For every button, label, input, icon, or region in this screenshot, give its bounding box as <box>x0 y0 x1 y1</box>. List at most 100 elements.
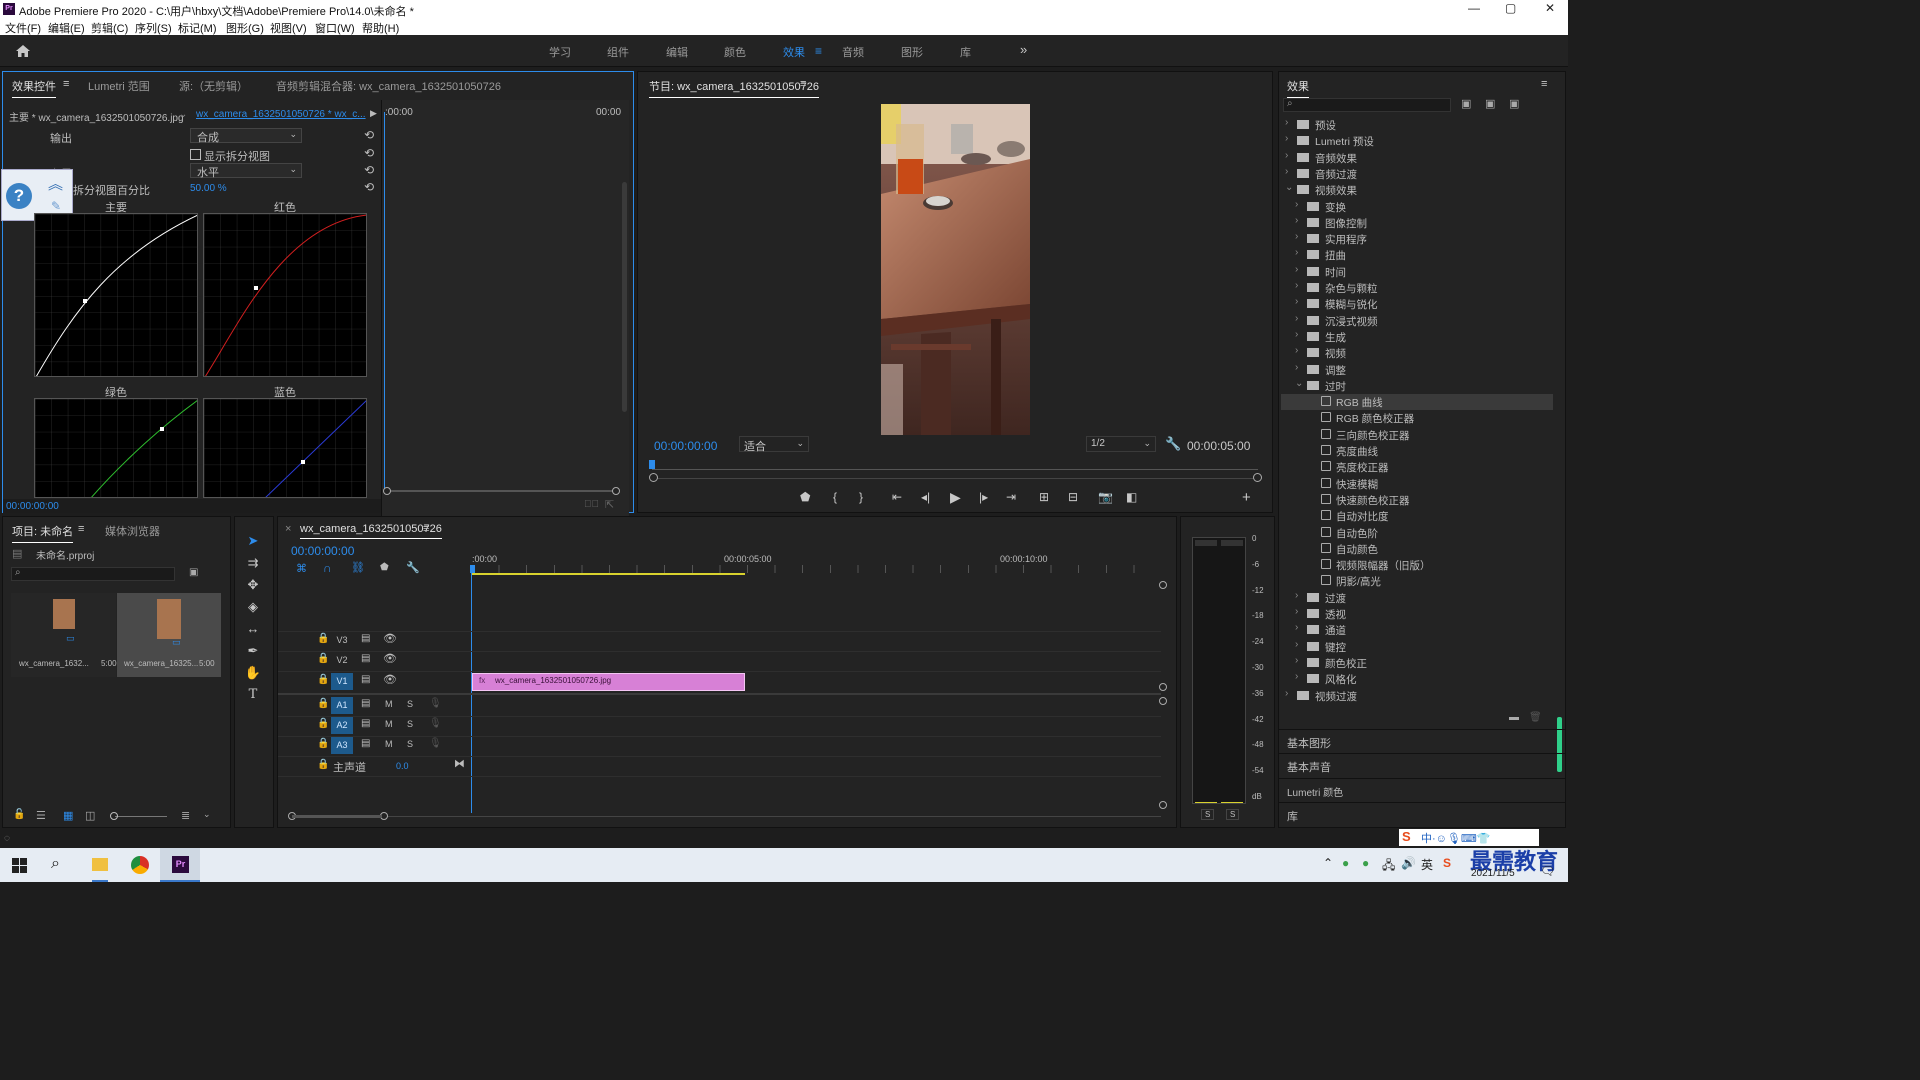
effect-item[interactable]: RGB 颜色校正器 <box>1281 410 1553 426</box>
chevron-down-icon[interactable]: ⌄ <box>1285 182 1293 193</box>
tab-effect-controls[interactable]: 效果控件 <box>12 78 56 98</box>
chevron-right-icon[interactable]: › <box>1295 329 1298 340</box>
track-lock-icon[interactable]: 🔒 <box>317 674 329 685</box>
export-frame-icon[interactable]: ⇱ <box>605 498 614 511</box>
fit-select[interactable]: 适合 ⌄ <box>739 436 809 453</box>
effects-folder[interactable]: › 扭曲 <box>1281 247 1553 263</box>
menu-marker[interactable]: 标记(M) <box>178 20 217 36</box>
menu-file[interactable]: 文件(F) <box>5 20 41 36</box>
premiere-taskbar-button[interactable]: Pr <box>160 848 200 882</box>
effect-item[interactable]: RGB 曲线 <box>1281 394 1553 411</box>
chevron-right-icon[interactable]: › <box>1295 655 1298 666</box>
track-lock-icon[interactable]: 🔒 <box>317 759 329 770</box>
effects-folder[interactable]: › 颜色校正 <box>1281 655 1553 671</box>
chevron-right-icon[interactable]: › <box>1295 362 1298 373</box>
mute-button[interactable]: M <box>385 699 393 709</box>
track-lock-icon[interactable]: 🔒 <box>317 633 329 644</box>
track-select-tool-icon[interactable]: ⇉ <box>243 555 263 573</box>
eye-icon[interactable]: 👁 <box>383 652 397 665</box>
sogou-tray-icon[interactable]: S <box>1443 856 1451 870</box>
notification-icon[interactable]: 🗨 <box>1540 864 1555 878</box>
workspace-audio[interactable]: 音频 <box>842 44 864 60</box>
ime-icon[interactable]: 英 <box>1421 856 1433 873</box>
timeline-ruler[interactable] <box>471 565 1161 573</box>
reset-split-percent-icon[interactable]: ⟲ <box>364 180 374 194</box>
extract-icon[interactable]: ⊟ <box>1068 490 1078 504</box>
track-target-v2[interactable]: V2 <box>331 652 353 669</box>
mini-playhead[interactable] <box>384 112 385 492</box>
add-button-icon[interactable]: + <box>1242 489 1251 506</box>
tray-app-icon[interactable]: ● <box>1362 856 1369 870</box>
chevron-right-icon[interactable]: › <box>1295 247 1298 258</box>
lift-icon[interactable]: ⊞ <box>1039 490 1049 504</box>
wrench-icon[interactable]: 🔧 <box>1165 436 1181 452</box>
effects-folder[interactable]: › 生成 <box>1281 329 1553 345</box>
timeline-timecode[interactable]: 00:00:00:00 <box>291 544 354 558</box>
effects-folder[interactable]: ⌄ 过时 <box>1281 378 1553 394</box>
tab-source[interactable]: 源:（无剪辑） <box>179 78 248 94</box>
chevron-right-icon[interactable]: › <box>1295 671 1298 682</box>
compare-view-icon[interactable]: ◧ <box>1126 490 1137 504</box>
effect-item[interactable]: 视频限幅器（旧版） <box>1281 557 1553 573</box>
zoom-handle-right[interactable] <box>1253 473 1262 482</box>
solo-button[interactable]: S <box>407 699 413 709</box>
mic-icon[interactable]: 🎙 <box>429 698 442 709</box>
mark-out-icon[interactable]: } <box>859 490 863 504</box>
effects-folder[interactable]: › Lumetri 预设 <box>1281 133 1553 149</box>
effect-item[interactable]: 阴影/高光 <box>1281 573 1553 589</box>
snap-icon[interactable]: ∩ <box>323 561 332 575</box>
tray-app-icon[interactable]: ● <box>1342 856 1349 870</box>
timeline-settings-icon[interactable]: 🔧 <box>406 561 420 574</box>
go-to-end-icon[interactable]: ⧓ <box>454 757 465 770</box>
mic-icon[interactable]: 🎙 <box>429 738 442 749</box>
effects-folder[interactable]: › 调整 <box>1281 362 1553 378</box>
freeform-view-icon[interactable]: ◫ <box>85 809 95 822</box>
chevron-right-icon[interactable]: › <box>1295 280 1298 291</box>
project-item[interactable]: ▭ wx_camera_1632... 5:00 <box>11 593 117 677</box>
network-icon[interactable]: 🖧 <box>1382 856 1395 877</box>
program-playhead[interactable] <box>649 460 655 469</box>
close-button[interactable]: ✕ <box>1545 1 1555 15</box>
new-bin-icon[interactable]: ▬ <box>1509 712 1519 723</box>
go-to-in-icon[interactable]: ⇤ <box>892 490 902 504</box>
effect-item[interactable]: 快速颜色校正器 <box>1281 492 1553 508</box>
tab-sequence[interactable]: wx_camera_1632501050726 <box>300 523 442 539</box>
effect-item[interactable]: 亮度校正器 <box>1281 459 1553 475</box>
yuv-effects-icon[interactable]: ▣ <box>1509 97 1519 110</box>
timeline-v-scroll[interactable] <box>1159 575 1167 810</box>
tab-media-browser[interactable]: 媒体浏览器 <box>105 523 160 539</box>
chevron-right-icon[interactable]: › <box>1285 117 1288 128</box>
chevron-right-icon[interactable]: › <box>1295 622 1298 633</box>
timeline-playhead-head[interactable] <box>470 565 475 573</box>
panel-menu-icon[interactable]: ≡ <box>1541 78 1547 90</box>
mute-button[interactable]: M <box>385 739 393 749</box>
eye-icon[interactable]: 👁 <box>383 673 397 686</box>
play-icon[interactable]: ▶ <box>950 489 961 506</box>
reset-layout-icon[interactable]: ⟲ <box>364 163 374 177</box>
play-only-clip-icon[interactable]: ▶ <box>370 108 377 119</box>
sync-lock-icon[interactable]: ▤ <box>361 738 370 749</box>
effects-folder[interactable]: › 图像控制 <box>1281 215 1553 231</box>
chevron-right-icon[interactable]: › <box>1295 199 1298 210</box>
track-target-a3[interactable]: A3 <box>331 737 353 754</box>
slip-tool-icon[interactable]: ↔ <box>243 621 263 639</box>
project-search-input[interactable]: ⌕ <box>11 567 175 581</box>
workspace-color[interactable]: 颜色 <box>724 44 746 60</box>
search-icon[interactable]: ⌕ <box>51 855 60 873</box>
solo-left-button[interactable]: S <box>1201 809 1215 820</box>
effects-folder[interactable]: ⌄ 视频效果 <box>1281 182 1553 198</box>
effect-item[interactable]: 自动色阶 <box>1281 525 1553 541</box>
track-lock-icon[interactable]: 🔒 <box>317 653 329 664</box>
section-essential-graphics[interactable]: 基本图形 <box>1287 735 1331 751</box>
workspace-learning[interactable]: 学习 <box>549 44 571 60</box>
file-explorer-icon[interactable] <box>92 858 108 871</box>
reset-output-icon[interactable]: ⟲ <box>364 128 374 142</box>
effect-item[interactable]: 快速模糊 <box>1281 476 1553 492</box>
sort-icon[interactable]: ≣ <box>181 809 190 822</box>
close-sequence-icon[interactable]: × <box>285 523 291 535</box>
workspace-assembly[interactable]: 组件 <box>607 44 629 60</box>
effects-search-input[interactable]: ⌕ <box>1283 98 1451 112</box>
panel-menu-icon[interactable]: ≡ <box>800 78 806 90</box>
chevron-down-icon[interactable]: ⌄ <box>1295 378 1303 389</box>
menu-graphics[interactable]: 图形(G) <box>226 20 264 36</box>
